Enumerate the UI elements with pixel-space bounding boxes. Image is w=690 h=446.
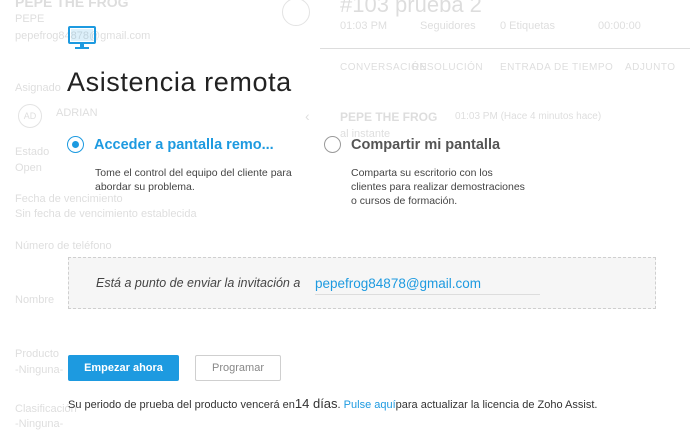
- invitation-box: Está a punto de enviar la invitación a: [68, 257, 656, 309]
- remote-access-label[interactable]: Acceder a pantalla remo...: [94, 137, 274, 153]
- remote-assist-dialog: Asistencia remota Acceder a pantalla rem…: [0, 0, 690, 446]
- remote-access-description: Tome el control del equipo del cliente p…: [95, 167, 292, 193]
- share-screen-description: Comparta su escritorio con los clientes …: [351, 167, 525, 207]
- dialog-title: Asistencia remota: [67, 67, 292, 97]
- start-now-button[interactable]: Empezar ahora: [68, 355, 179, 381]
- option-share-screen[interactable]: Compartir mi pantalla: [324, 136, 500, 153]
- remote-access-radio[interactable]: [67, 136, 84, 153]
- trial-days: 14 días: [294, 396, 338, 411]
- monitor-icon: [68, 26, 96, 49]
- invite-email-field[interactable]: [315, 273, 540, 295]
- trial-suffix: para actualizar la licencia de Zoho Assi…: [395, 399, 598, 411]
- upgrade-link[interactable]: Pulse aquí: [344, 399, 396, 411]
- trial-prefix: Su periodo de prueba del producto vencer…: [68, 399, 295, 411]
- trial-notice: Su periodo de prueba del producto vencer…: [68, 396, 597, 411]
- option-remote-access[interactable]: Acceder a pantalla remo...: [67, 136, 274, 153]
- schedule-button[interactable]: Programar: [195, 355, 281, 381]
- invitation-text: Está a punto de enviar la invitación a: [96, 276, 301, 290]
- share-screen-radio[interactable]: [324, 136, 341, 153]
- share-screen-label[interactable]: Compartir mi pantalla: [351, 137, 500, 153]
